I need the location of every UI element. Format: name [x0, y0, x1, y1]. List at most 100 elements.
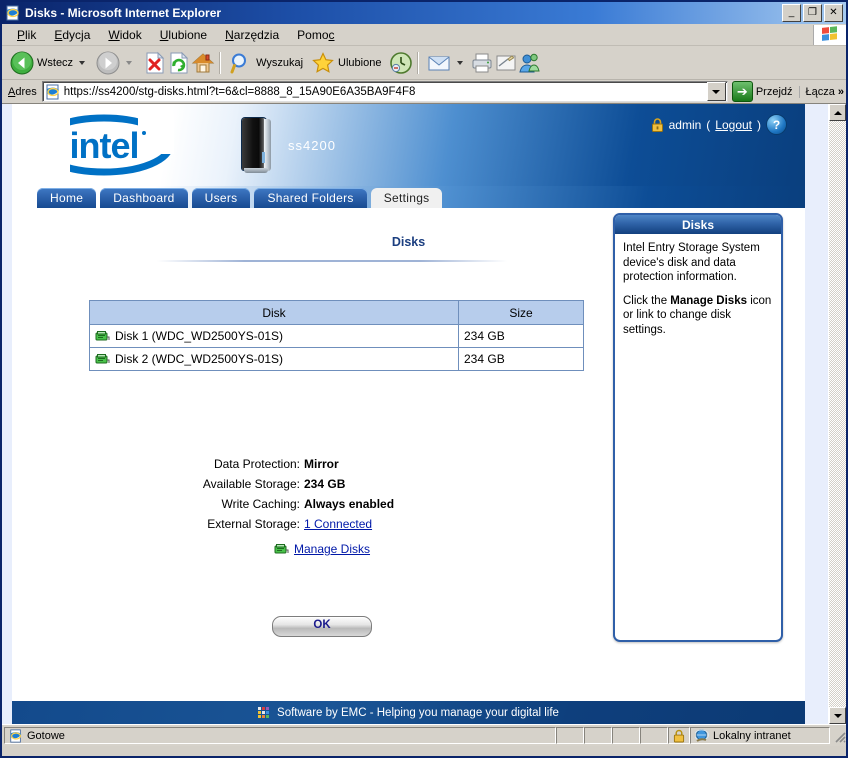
detail-row-data-protection: Data Protection: Mirror [12, 454, 632, 474]
home-icon[interactable] [191, 51, 215, 75]
user-lock-icon [651, 117, 664, 132]
manage-disks-link[interactable]: Manage Disks [294, 542, 370, 556]
tab-home[interactable]: Home [37, 188, 97, 208]
menu-mnemonic: c [328, 27, 335, 42]
chevron-right-icon[interactable]: » [838, 86, 844, 98]
status-message-pane: Gotowe [4, 727, 556, 744]
vertical-scrollbar[interactable] [828, 104, 846, 724]
refresh-icon[interactable] [167, 51, 191, 75]
mail-button[interactable] [423, 49, 470, 77]
menu-mnemonic: N [225, 27, 234, 42]
external-storage-link[interactable]: 1 Connected [304, 517, 372, 531]
ie-document-icon [45, 84, 61, 100]
hard-disk-icon [95, 330, 110, 342]
menu-mnemonic: P [17, 27, 26, 42]
security-pane [668, 727, 690, 744]
table-header-row: Disk Size [89, 300, 584, 325]
chevron-down-icon[interactable] [79, 60, 86, 65]
ok-button-row: OK [12, 616, 632, 637]
detail-value: Mirror [304, 457, 339, 471]
chevron-down-icon[interactable] [457, 60, 464, 65]
menu-mnemonic: W [108, 27, 120, 42]
table-row: Disk 1 (WDC_WD2500YS-01S) 234 GB [89, 324, 584, 348]
table-row: Disk 2 (WDC_WD2500YS-01S) 234 GB [89, 347, 584, 371]
scroll-up-button[interactable] [829, 104, 846, 121]
column-header-disk: Disk [89, 300, 459, 325]
help-panel-title: Disks [615, 215, 781, 234]
address-input[interactable]: https://ss4200/stg-disks.html?t=6&cl=888… [41, 81, 728, 102]
help-icon[interactable]: ? [766, 114, 787, 135]
detail-label: Write Caching: [221, 497, 300, 511]
disk-name-cell: Disk 1 (WDC_WD2500YS-01S) [89, 324, 459, 348]
forward-button[interactable] [92, 49, 139, 77]
minimize-button[interactable]: _ [782, 4, 801, 22]
browser-toolbar: Wstecz Wyszukaj Ulubione [2, 46, 846, 80]
detail-label: External Storage: [207, 517, 300, 531]
help-paragraph-1: Intel Entry Storage System device's disk… [623, 242, 760, 283]
tab-settings[interactable]: Settings [370, 188, 443, 208]
close-button[interactable]: ✕ [824, 4, 843, 22]
disk-size-cell: 234 GB [458, 347, 584, 371]
status-text: Gotowe [27, 729, 65, 742]
ie-document-icon [9, 728, 23, 743]
links-label: Łącza [805, 85, 835, 98]
footer-text: Software by EMC - Helping you manage you… [277, 706, 559, 719]
tab-users[interactable]: Users [191, 188, 251, 208]
ok-button[interactable]: OK [272, 616, 372, 637]
disk-size-cell: 234 GB [458, 324, 584, 348]
maximize-button[interactable]: ❐ [803, 4, 822, 22]
chevron-down-icon[interactable] [126, 60, 133, 65]
menu-item-label: dycja [62, 27, 91, 42]
hard-disk-icon[interactable] [274, 543, 289, 555]
menu-item-ulubione[interactable]: Ulubione [151, 26, 216, 44]
address-label: Adres [8, 85, 37, 98]
messenger-icon[interactable] [518, 51, 542, 75]
favorites-button[interactable]: Ulubione [307, 49, 385, 77]
tab-shared-folders[interactable]: Shared Folders [254, 188, 367, 208]
detail-row-external-storage: External Storage: 1 Connected [12, 514, 632, 534]
search-button[interactable]: Wyszukaj [225, 49, 307, 77]
menu-item-plik[interactable]: Plik [8, 26, 45, 44]
history-icon[interactable] [389, 51, 413, 75]
web-page: intel ss4200 admin (Logout) ? Home Das… [12, 104, 805, 724]
menu-item-narzedzia[interactable]: Narzędzia [216, 26, 288, 44]
menu-item-label: lik [25, 27, 37, 42]
detail-row-write-caching: Write Caching: Always enabled [12, 494, 632, 514]
tab-dashboard[interactable]: Dashboard [100, 188, 188, 208]
status-pane-2 [584, 727, 612, 744]
address-dropdown-button[interactable] [706, 82, 726, 101]
security-zone-text: Lokalny intranet [713, 729, 791, 742]
go-button-label: Przejdź [755, 85, 793, 98]
hard-disk-icon [95, 353, 110, 365]
menu-item-label: arzędzia [233, 27, 280, 42]
stop-icon[interactable] [143, 51, 167, 75]
status-pane-4 [640, 727, 668, 744]
menu-item-pomoc[interactable]: Pomoc [288, 26, 343, 44]
resize-grip[interactable] [832, 729, 846, 743]
print-icon[interactable] [470, 51, 494, 75]
title-bar: Disks - Microsoft Internet Explorer _ ❐ … [2, 2, 846, 24]
user-session: admin (Logout) ? [651, 114, 787, 135]
disk-details: Data Protection: Mirror Available Storag… [12, 454, 632, 534]
menu-item-edycja[interactable]: Edycja [45, 26, 99, 44]
scroll-down-button[interactable] [829, 707, 846, 724]
window-title: Disks - Microsoft Internet Explorer [25, 6, 222, 20]
links-button[interactable]: Łącza » [798, 85, 844, 98]
page-viewport: intel ss4200 admin (Logout) ? Home Das… [2, 104, 846, 724]
help-p2-bold: Manage Disks [670, 294, 747, 307]
menu-item-label: Pomo [297, 27, 329, 42]
page-footer: Software by EMC - Helping you manage you… [12, 701, 805, 724]
logout-link[interactable]: Logout [715, 118, 752, 132]
go-button[interactable]: ➔ Przejdź [728, 81, 799, 102]
column-header-size: Size [458, 300, 584, 325]
search-icon [229, 51, 253, 75]
edit-icon[interactable] [494, 51, 518, 75]
address-value[interactable]: https://ss4200/stg-disks.html?t=6&cl=888… [64, 86, 707, 98]
back-button[interactable]: Wstecz [6, 49, 92, 77]
help-paragraph-2: Click the Manage Disks icon or link to c… [623, 294, 773, 338]
manage-disks-row: Manage Disks [12, 542, 632, 556]
browser-window: Disks - Microsoft Internet Explorer _ ❐ … [0, 0, 848, 758]
favorites-star-icon [311, 51, 335, 75]
menu-item-widok[interactable]: Widok [99, 26, 150, 44]
back-arrow-icon [10, 51, 34, 75]
